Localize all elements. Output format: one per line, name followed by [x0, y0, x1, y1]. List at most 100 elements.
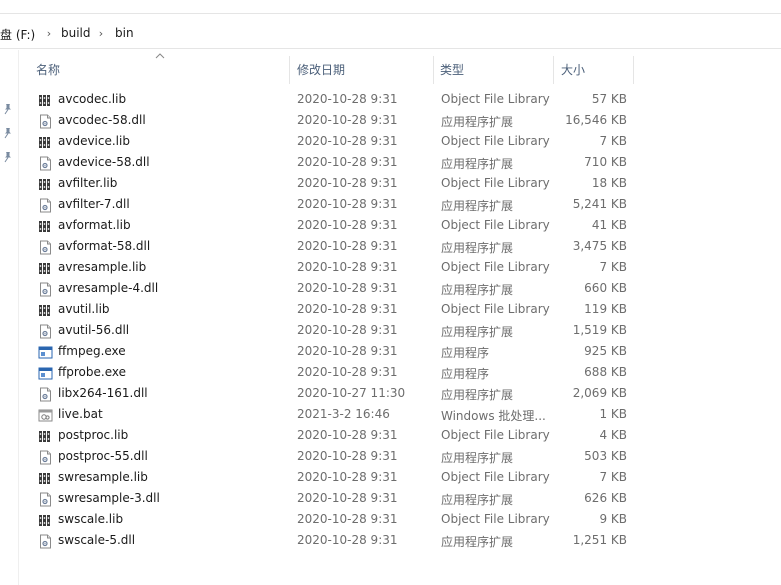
breadcrumb-bin[interactable]: bin [115, 26, 134, 40]
file-size: 660 KB [584, 281, 627, 295]
dll-icon [38, 492, 53, 507]
dll-icon [38, 324, 53, 339]
sort-ascending-icon[interactable] [155, 52, 165, 60]
file-date-modified: 2020-10-28 9:31 [297, 92, 398, 106]
column-header-type[interactable]: 类型 [440, 54, 464, 84]
file-type: 应用程序扩展 [441, 535, 514, 549]
file-name: avutil-56.dll [58, 323, 130, 337]
file-type: 应用程序扩展 [441, 388, 514, 402]
column-divider[interactable] [553, 56, 554, 84]
file-type: 应用程序扩展 [441, 115, 514, 129]
file-name: swscale-5.dll [58, 533, 136, 547]
file-name: avformat-58.dll [58, 239, 151, 253]
column-divider[interactable] [289, 56, 290, 84]
lib-icon [38, 471, 53, 486]
file-row[interactable]: avformat-58.dll 2020-10-28 9:31 应用程序扩展 3,47… [0, 237, 781, 258]
file-size: 925 KB [584, 344, 627, 358]
file-type: 应用程序扩展 [441, 325, 514, 339]
file-date-modified: 2020-10-28 9:31 [297, 239, 398, 253]
file-name: live.bat [58, 407, 103, 421]
file-type: Object File Library [441, 428, 550, 442]
file-date-modified: 2020-10-28 9:31 [297, 113, 398, 127]
dll-icon [38, 282, 53, 297]
file-size: 5,241 KB [572, 197, 627, 211]
file-row[interactable]: postproc.lib 2020-10-28 9:31 Object File L… [0, 426, 781, 447]
column-header-size[interactable]: 大小 [561, 54, 585, 84]
file-row[interactable]: avresample-4.dll 2020-10-28 9:31 应用程序扩展 660… [0, 279, 781, 300]
column-header-name[interactable]: 名称 [36, 54, 60, 84]
file-row[interactable]: avdevice-58.dll 2020-10-28 9:31 应用程序扩展 710 … [0, 153, 781, 174]
file-size: 7 KB [599, 260, 627, 274]
file-date-modified: 2020-10-28 9:31 [297, 533, 398, 547]
dll-icon [38, 198, 53, 213]
file-row[interactable]: avutil-56.dll 2020-10-28 9:31 应用程序扩展 1,519 … [0, 321, 781, 342]
chevron-right-icon[interactable]: › [96, 26, 106, 42]
file-name: avfilter.lib [58, 176, 118, 190]
file-type: Object File Library [441, 260, 550, 274]
file-size: 7 KB [599, 470, 627, 484]
file-row[interactable]: swscale.lib 2020-10-28 9:31 Object File Li… [0, 510, 781, 531]
file-name: avresample.lib [58, 260, 147, 274]
breadcrumb-build[interactable]: build [61, 26, 91, 40]
file-size: 119 KB [584, 302, 627, 316]
chevron-right-icon[interactable]: › [44, 26, 54, 42]
file-type: Object File Library [441, 470, 550, 484]
file-name: swscale.lib [58, 512, 124, 526]
file-name: swresample-3.dll [58, 491, 160, 505]
file-row[interactable]: swresample-3.dll 2020-10-28 9:31 应用程序扩展 626… [0, 489, 781, 510]
file-type: 应用程序扩展 [441, 199, 514, 213]
lib-icon [38, 177, 53, 192]
breadcrumb-drive[interactable]: 盘 (F:) [0, 26, 35, 43]
file-date-modified: 2020-10-28 9:31 [297, 134, 398, 148]
file-type: 应用程序 [441, 346, 490, 360]
file-type: Object File Library [441, 218, 550, 232]
column-divider[interactable] [433, 56, 434, 84]
file-size: 688 KB [584, 365, 627, 379]
file-row[interactable]: avfilter-7.dll 2020-10-28 9:31 应用程序扩展 5,241… [0, 195, 781, 216]
file-row[interactable]: swscale-5.dll 2020-10-28 9:31 应用程序扩展 1,251 … [0, 531, 781, 552]
file-date-modified: 2020-10-28 9:31 [297, 365, 398, 379]
file-type: 应用程序扩展 [441, 241, 514, 255]
file-name: ffprobe.exe [58, 365, 126, 379]
lib-icon [38, 93, 53, 108]
file-row[interactable]: ffprobe.exe 2020-10-28 9:31 应用程序 688 KB [0, 363, 781, 384]
file-row[interactable]: avresample.lib 2020-10-28 9:31 Object File… [0, 258, 781, 279]
file-size: 503 KB [584, 449, 627, 463]
file-date-modified: 2020-10-28 9:31 [297, 323, 398, 337]
file-row[interactable]: avcodec.lib 2020-10-28 9:31 Object File Li… [0, 90, 781, 111]
lib-icon [38, 261, 53, 276]
file-type: Object File Library [441, 302, 550, 316]
file-date-modified: 2020-10-27 11:30 [297, 386, 406, 400]
column-header-date[interactable]: 修改日期 [297, 54, 345, 84]
file-row[interactable]: postproc-55.dll 2020-10-28 9:31 应用程序扩展 503 … [0, 447, 781, 468]
bat-icon [38, 408, 53, 423]
ribbon-divider [0, 13, 781, 14]
file-date-modified: 2020-10-28 9:31 [297, 302, 398, 316]
file-row[interactable]: ffmpeg.exe 2020-10-28 9:31 应用程序 925 KB [0, 342, 781, 363]
file-size: 710 KB [584, 155, 627, 169]
file-row[interactable]: avfilter.lib 2020-10-28 9:31 Object File L… [0, 174, 781, 195]
file-name: avcodec.lib [58, 92, 127, 106]
file-row[interactable]: libx264-161.dll 2020-10-27 11:30 应用程序扩展 2,0… [0, 384, 781, 405]
dll-icon [38, 114, 53, 129]
file-date-modified: 2020-10-28 9:31 [297, 260, 398, 274]
column-divider[interactable] [633, 56, 634, 84]
file-name: avcodec-58.dll [58, 113, 146, 127]
dll-icon [38, 156, 53, 171]
file-type: Object File Library [441, 134, 550, 148]
file-row[interactable]: live.bat 2021-3-2 16:46 Windows 批处理... 1 KB [0, 405, 781, 426]
file-date-modified: 2020-10-28 9:31 [297, 218, 398, 232]
file-name: avresample-4.dll [58, 281, 159, 295]
file-date-modified: 2020-10-28 9:31 [297, 281, 398, 295]
file-row[interactable]: avutil.lib 2020-10-28 9:31 Object File Lib… [0, 300, 781, 321]
file-name: libx264-161.dll [58, 386, 148, 400]
address-bar[interactable]: 盘 (F:) › build › bin [0, 22, 781, 49]
file-row[interactable]: avcodec-58.dll 2020-10-28 9:31 应用程序扩展 16,54… [0, 111, 781, 132]
file-row[interactable]: swresample.lib 2020-10-28 9:31 Object File… [0, 468, 781, 489]
file-row[interactable]: avdevice.lib 2020-10-28 9:31 Object File L… [0, 132, 781, 153]
file-type: 应用程序扩展 [441, 157, 514, 171]
file-date-modified: 2020-10-28 9:31 [297, 491, 398, 505]
file-size: 626 KB [584, 491, 627, 505]
file-row[interactable]: avformat.lib 2020-10-28 9:31 Object File L… [0, 216, 781, 237]
file-name: avdevice.lib [58, 134, 130, 148]
